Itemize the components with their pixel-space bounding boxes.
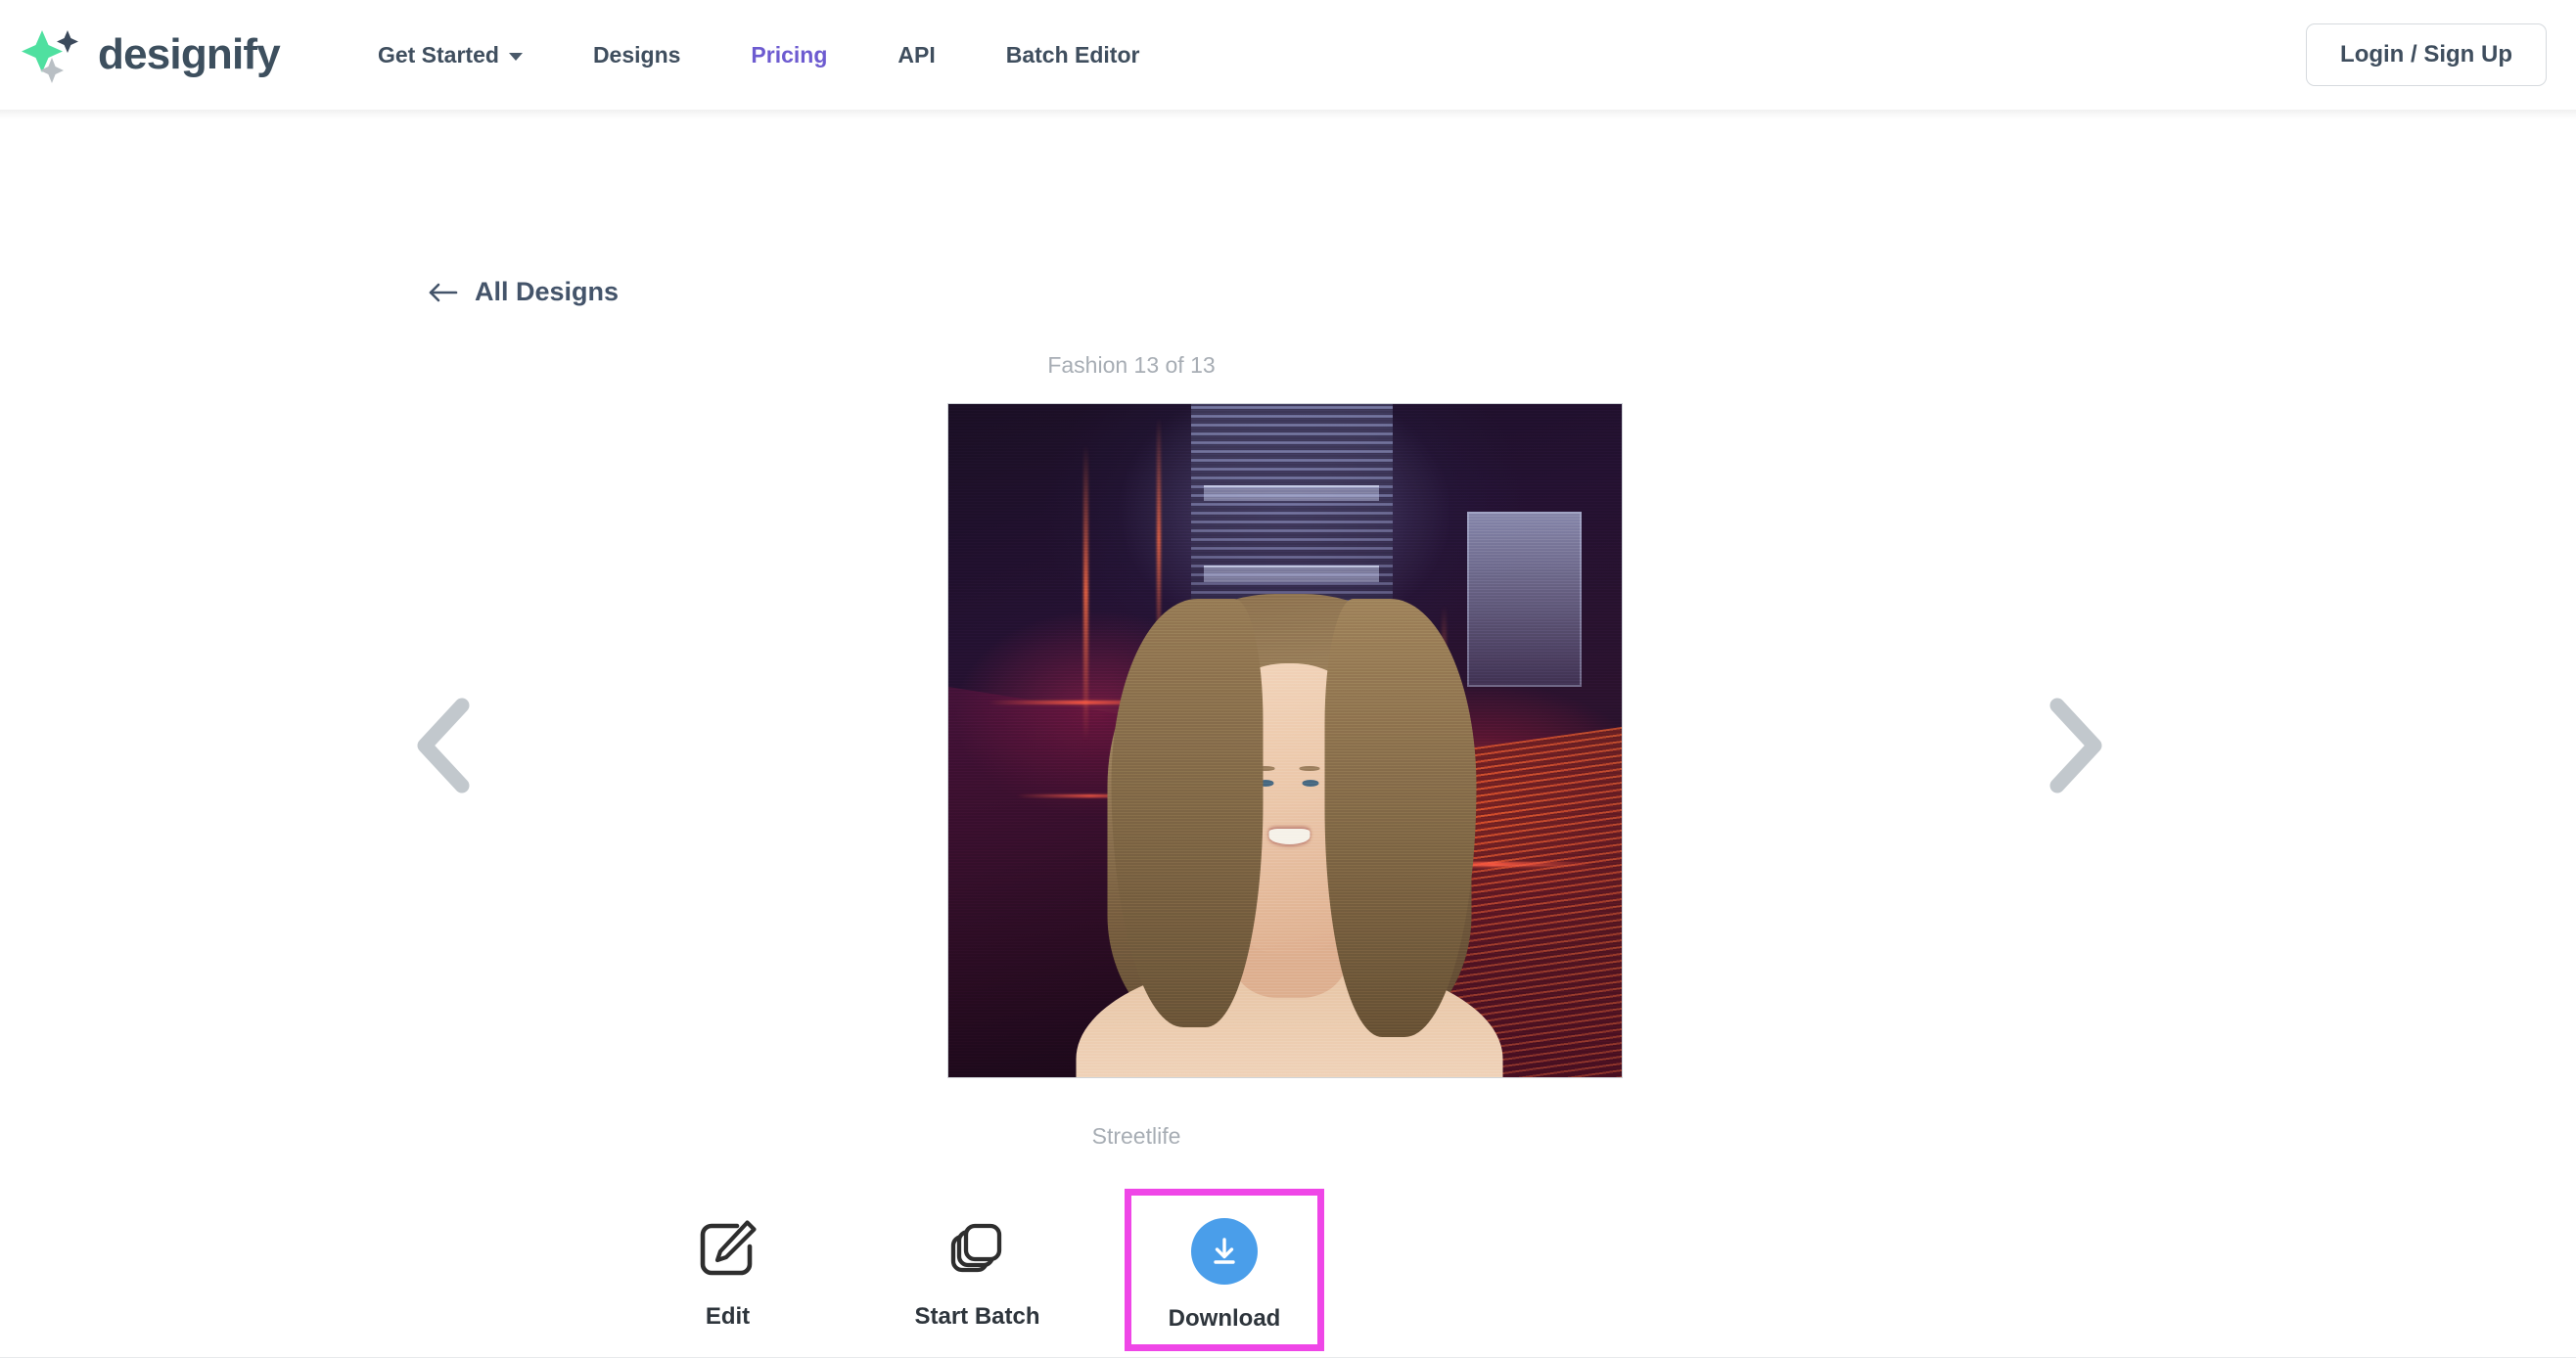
start-batch-button-label: Start Batch	[914, 1303, 1040, 1330]
previous-design-button[interactable]	[401, 692, 483, 799]
design-counter: Fashion 13 of 13	[1047, 352, 1216, 378]
artwork-background	[948, 404, 1622, 1077]
design-viewer: Fashion 13 of 13 Streetlife	[0, 354, 2576, 1148]
site-header: designify Get Started Designs Pricing AP…	[0, 0, 2576, 110]
back-to-all-designs-link[interactable]: All Designs	[428, 279, 619, 305]
download-icon-circle	[1191, 1218, 1258, 1285]
action-bar: Edit Start Batch Download	[0, 1189, 2263, 1351]
nav-item-get-started[interactable]: Get Started	[378, 32, 523, 78]
back-link-label: All Designs	[475, 277, 620, 306]
edit-button-label: Edit	[705, 1303, 751, 1330]
edit-button[interactable]: Edit	[632, 1196, 823, 1344]
sparkle-diamond-logo-icon	[20, 23, 84, 87]
layers-stack-icon	[943, 1213, 1012, 1286]
nav-item-designs[interactable]: Designs	[593, 32, 680, 78]
brand-name: designify	[98, 30, 281, 78]
next-design-button[interactable]	[2036, 692, 2118, 799]
nav-item-batch-editor[interactable]: Batch Editor	[1006, 32, 1140, 78]
pencil-square-icon	[694, 1213, 762, 1286]
nav-item-api[interactable]: API	[897, 32, 935, 78]
artwork-scanlines	[948, 404, 1622, 1077]
chevron-right-icon	[2049, 698, 2102, 793]
arrow-left-icon	[428, 280, 459, 305]
nav-item-pricing[interactable]: Pricing	[751, 32, 827, 78]
design-image[interactable]	[947, 403, 1623, 1078]
download-button-label: Download	[1168, 1305, 1281, 1332]
brand-logo-link[interactable]: designify	[20, 23, 281, 87]
download-arrow-icon	[1191, 1215, 1258, 1288]
download-button[interactable]: Download	[1125, 1189, 1324, 1351]
chevron-left-icon	[417, 698, 470, 793]
start-batch-button[interactable]: Start Batch	[882, 1196, 1073, 1344]
login-signup-button[interactable]: Login / Sign Up	[2306, 23, 2547, 86]
main-navigation: Get Started Designs Pricing API Batch Ed…	[378, 32, 1140, 78]
nav-item-label: Get Started	[377, 41, 499, 68]
chevron-down-icon	[508, 53, 523, 61]
design-title: Streetlife	[1091, 1123, 1181, 1149]
page-body: All Designs Fashion 13 of 13 Streetlife …	[0, 110, 2576, 1358]
design-stage	[0, 403, 2576, 1088]
